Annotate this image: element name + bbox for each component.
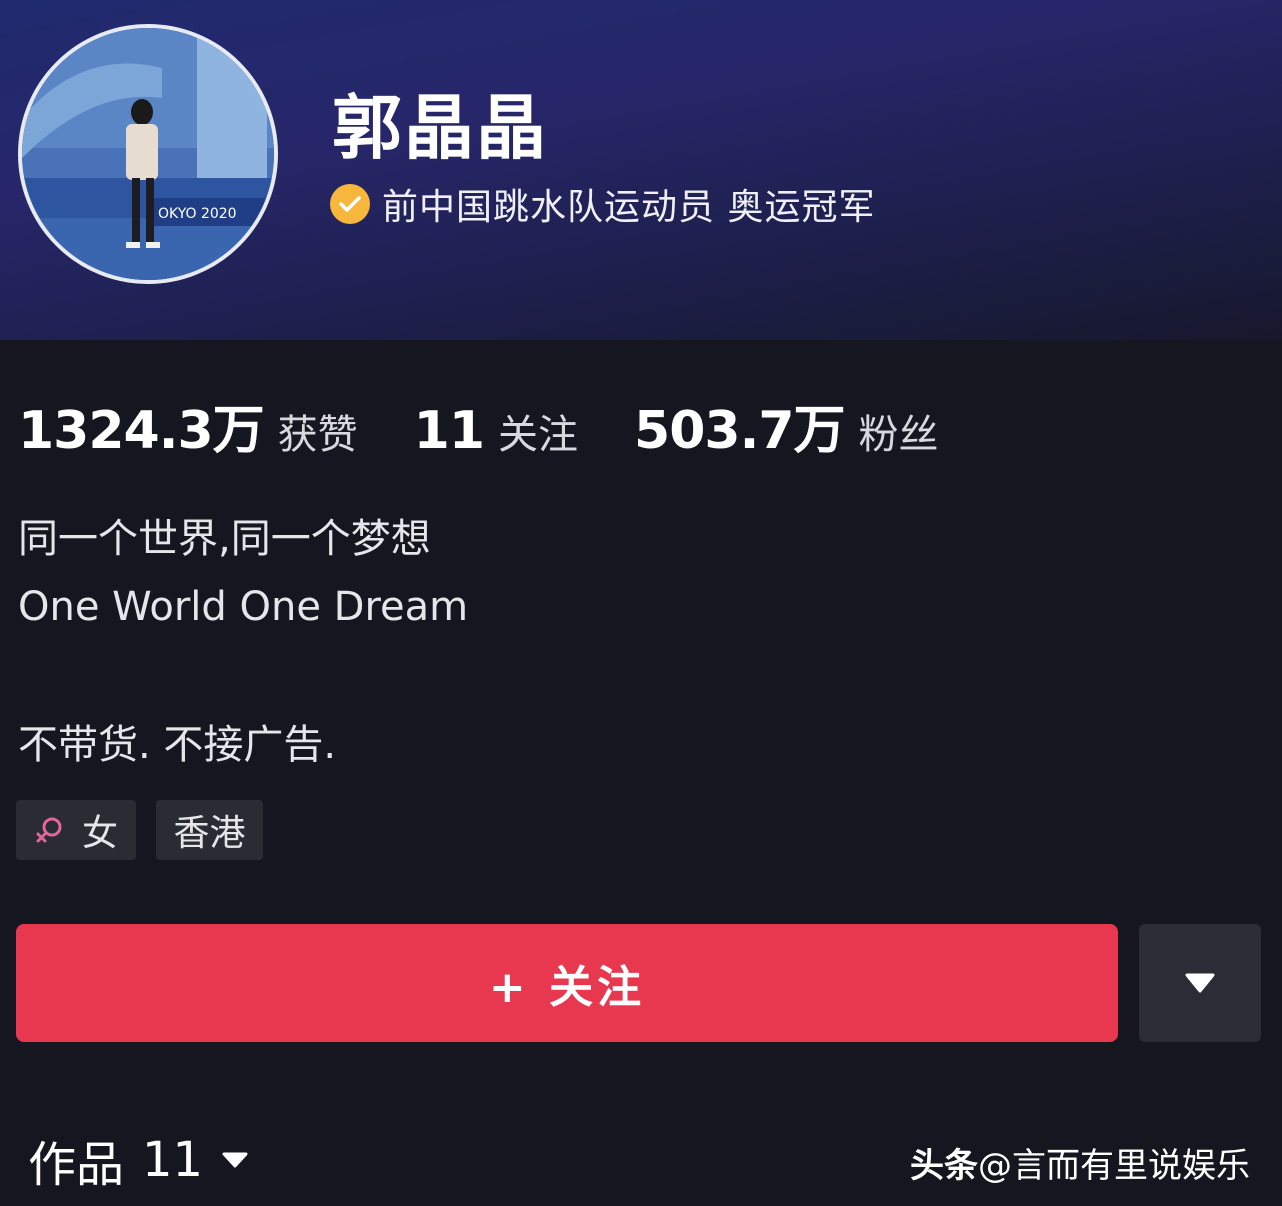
female-icon [34,815,64,845]
more-options-button[interactable] [1139,924,1261,1042]
verification-row: 前中国跳水队运动员 奥运冠军 [330,180,875,228]
watermark-handle: @言而有里说娱乐 [978,1146,1250,1186]
watermark: 头条@言而有里说娱乐 [910,1138,1250,1187]
stat-likes[interactable]: 1324.3万 获赞 [18,388,358,463]
stat-following[interactable]: 11 关注 [414,401,578,461]
triangle-down-icon [1184,972,1216,994]
bio-line-1: 同一个世界,同一个梦想 [18,516,431,562]
stat-followers-label: 粉丝 [858,412,939,458]
follow-button-label: + 关注 [488,962,646,1013]
tag-location: 香港 [156,800,263,860]
tag-gender-label: 女 [81,813,118,854]
verified-check-icon [330,184,370,224]
watermark-brand: 头条 [910,1146,978,1186]
stat-followers[interactable]: 503.7万 粉丝 [634,388,938,463]
follow-button[interactable]: + 关注 [16,924,1118,1042]
works-tab-count: 11 [142,1132,204,1188]
svg-text:OKYO 2020: OKYO 2020 [158,206,237,222]
tag-gender: 女 [16,800,136,860]
works-tab[interactable]: 作品 11 [28,1130,249,1193]
stat-followers-value: 503.7万 [634,401,845,461]
stat-following-value: 11 [413,401,485,461]
stat-following-label: 关注 [498,412,579,458]
tag-location-label: 香港 [173,813,246,854]
stats-row: 1324.3万 获赞 11 关注 503.7万 粉丝 [18,388,995,461]
avatar[interactable]: OKYO 2020 [18,24,278,284]
works-tab-label: 作品 [28,1137,125,1193]
profile-name: 郭晶晶 [332,87,548,169]
stat-likes-label: 获赞 [277,412,358,458]
chevron-down-icon [221,1151,249,1169]
stat-likes-value: 1324.3万 [18,401,265,461]
bio-line-3: 不带货. 不接广告. [18,722,337,768]
verification-text: 前中国跳水队运动员 奥运冠军 [382,187,876,228]
bio-line-2: One World One Dream [18,584,469,630]
